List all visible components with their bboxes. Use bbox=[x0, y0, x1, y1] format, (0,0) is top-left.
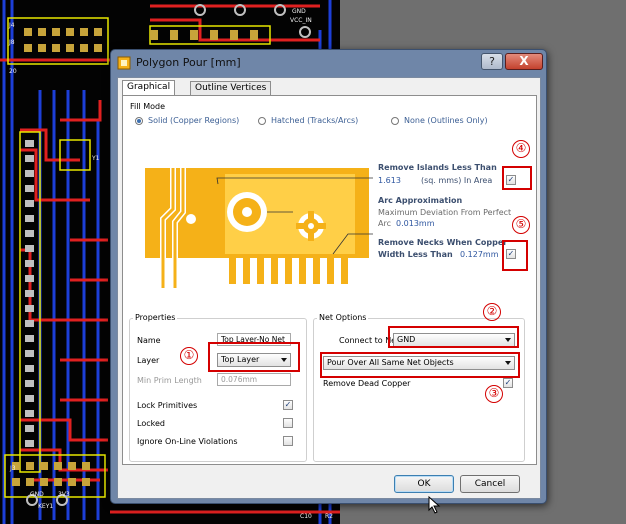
annotation-box-pour-over bbox=[320, 352, 520, 378]
net-options-title: Net Options bbox=[317, 313, 369, 322]
pcb-label-3v3: 3V3 bbox=[58, 491, 70, 498]
dialog-title: Polygon Pour [mm] bbox=[136, 56, 241, 69]
graphical-tab-panel: Fill Mode Solid (Copper Regions) Hatched… bbox=[122, 95, 537, 465]
dialog-titlebar[interactable]: Polygon Pour [mm] ? X bbox=[111, 50, 546, 76]
pcb-label-20: 20 bbox=[9, 68, 17, 75]
callout-3: ③ bbox=[485, 385, 503, 403]
screen: J4 J8 20 J3 GND 3V3 KEY1 VCC_IN GND C10 … bbox=[0, 0, 626, 524]
pcb-label-j4: J4 bbox=[8, 22, 15, 29]
fill-mode-title: Fill Mode bbox=[130, 102, 166, 111]
ignore-violations-label: Ignore On-Line Violations bbox=[137, 437, 238, 446]
radio-none[interactable] bbox=[391, 117, 399, 125]
properties-title: Properties bbox=[133, 313, 178, 322]
locked-checkbox[interactable] bbox=[283, 418, 293, 428]
ok-button[interactable]: OK bbox=[394, 475, 454, 493]
remove-necks-label: Remove Necks When Copper bbox=[378, 238, 508, 247]
help-button[interactable]: ? bbox=[481, 53, 503, 70]
radio-none-label[interactable]: None (Outlines Only) bbox=[404, 116, 488, 125]
tab-outline-vertices[interactable]: Outline Vertices bbox=[190, 81, 272, 96]
radio-solid-label[interactable]: Solid (Copper Regions) bbox=[148, 116, 239, 125]
cancel-button[interactable]: Cancel bbox=[460, 475, 520, 493]
callout-5: ⑤ bbox=[512, 216, 530, 234]
annotation-box-remove-islands bbox=[502, 166, 532, 190]
pcb-label-key1: KEY1 bbox=[38, 503, 53, 510]
radio-hatched[interactable] bbox=[258, 117, 266, 125]
pcb-label-gnd-top: GND bbox=[292, 8, 306, 15]
remove-islands-value[interactable]: 1.613 bbox=[378, 176, 401, 185]
pcb-label-gnd: GND bbox=[30, 491, 44, 498]
pcb-label-j3: J3 bbox=[9, 465, 16, 472]
radio-solid[interactable] bbox=[135, 117, 143, 125]
polygon-app-icon bbox=[117, 56, 131, 70]
arc-approx-sub: Maximum Deviation From Perfect bbox=[378, 208, 512, 217]
remove-necks-value[interactable]: 0.127mm bbox=[460, 250, 499, 259]
annotation-box-remove-necks bbox=[502, 240, 528, 271]
lock-primitives-label: Lock Primitives bbox=[137, 401, 198, 410]
polygon-preview-graphic bbox=[145, 168, 373, 288]
arc-approx-label: Arc Approximation bbox=[378, 196, 463, 205]
tab-graphical[interactable]: Graphical bbox=[122, 80, 176, 96]
callout-1: ① bbox=[180, 347, 198, 365]
pcb-label-vcc-in: VCC_IN bbox=[290, 17, 312, 24]
dialog-client-area: Graphical Outline Vertices Fill Mode Sol… bbox=[117, 77, 541, 499]
remove-islands-unit: (sq. mms) In Area bbox=[421, 176, 493, 185]
ignore-violations-checkbox[interactable] bbox=[283, 436, 293, 446]
polygon-pour-dialog: Polygon Pour [mm] ? X Graphical Outline … bbox=[110, 49, 547, 504]
radio-hatched-label[interactable]: Hatched (Tracks/Arcs) bbox=[271, 116, 358, 125]
remove-islands-label: Remove Islands Less Than bbox=[378, 163, 497, 172]
pcb-label-r2: R2 bbox=[325, 513, 333, 520]
annotation-box-layer bbox=[208, 342, 300, 372]
remove-dead-copper-checkbox[interactable]: ✓ bbox=[503, 378, 513, 388]
lock-primitives-checkbox[interactable]: ✓ bbox=[283, 400, 293, 410]
pcb-label-y1: Y1 bbox=[91, 155, 100, 162]
callout-2: ② bbox=[483, 303, 501, 321]
arc-approx-value[interactable]: 0.013mm bbox=[396, 219, 435, 228]
min-prim-length-label: Min Prim Length bbox=[137, 376, 202, 385]
locked-label: Locked bbox=[137, 419, 165, 428]
pcb-label-j8: J8 bbox=[8, 39, 15, 46]
remove-dead-copper-label: Remove Dead Copper bbox=[323, 379, 411, 388]
callout-4: ④ bbox=[512, 140, 530, 158]
pcb-label-c10: C10 bbox=[300, 513, 312, 520]
layer-label: Layer bbox=[137, 356, 160, 365]
min-prim-length-field[interactable]: 0.076mm bbox=[217, 373, 291, 386]
mouse-cursor-icon bbox=[428, 496, 441, 514]
arc-approx-sub2: Arc bbox=[378, 219, 391, 228]
remove-necks-sub: Width Less Than bbox=[378, 250, 453, 259]
annotation-box-connect-net bbox=[388, 326, 519, 348]
close-button[interactable]: X bbox=[505, 53, 543, 70]
name-label: Name bbox=[137, 336, 161, 345]
